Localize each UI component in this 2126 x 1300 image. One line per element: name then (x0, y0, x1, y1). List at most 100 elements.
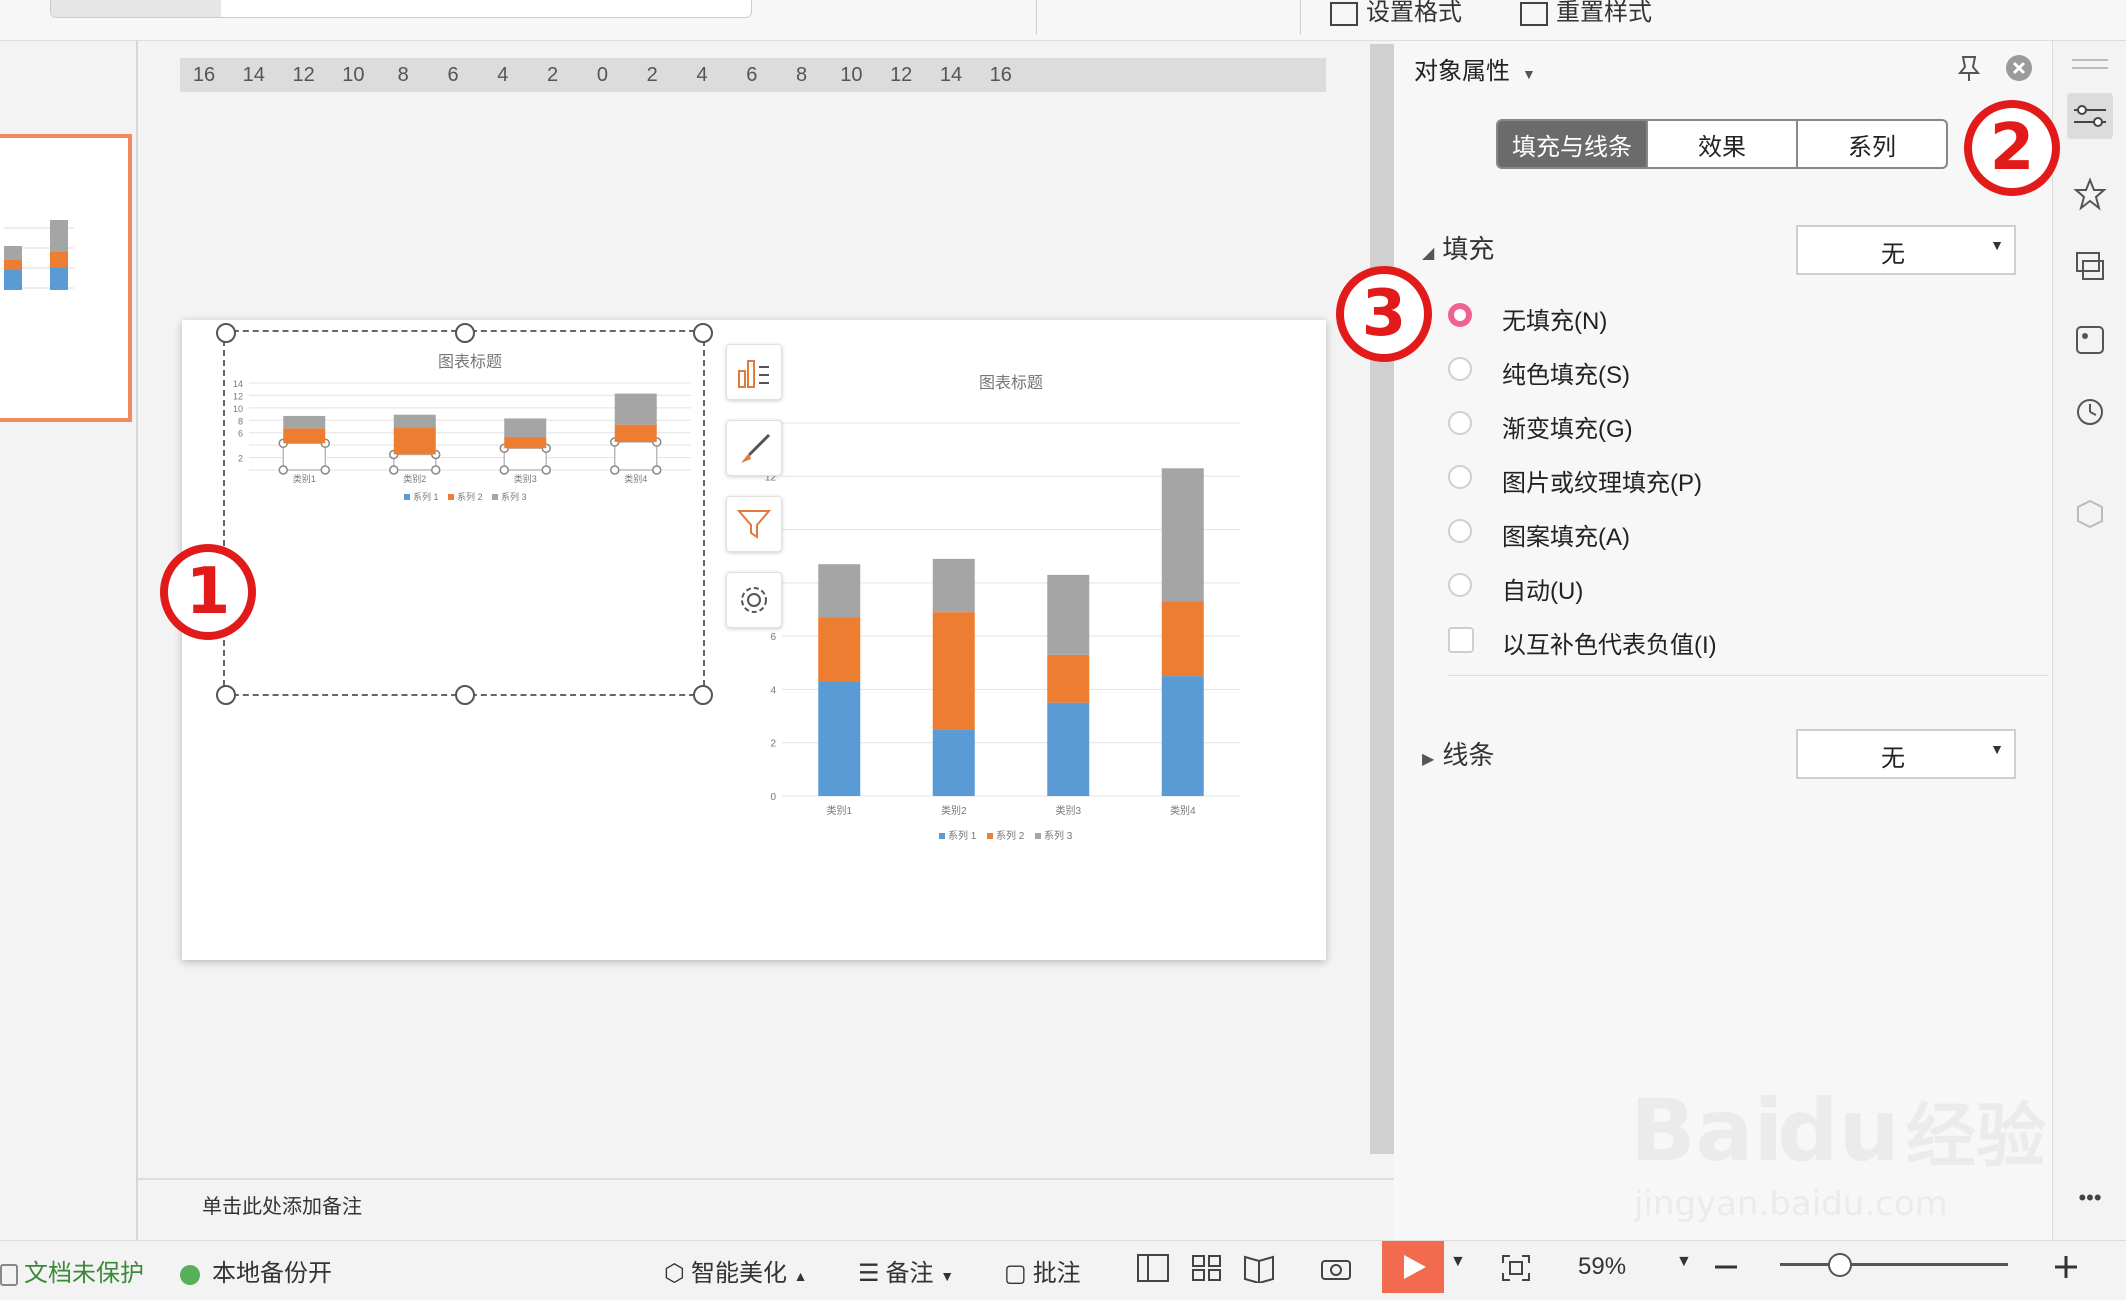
grid-view-button[interactable] (1190, 1253, 1224, 1290)
ruler-tick-label: 4 (497, 64, 509, 86)
zoom-options-chevron[interactable]: ▼ (1676, 1253, 1692, 1271)
tab-fill-and-line[interactable]: 填充与线条 (1498, 121, 1646, 167)
resize-handle-bl[interactable] (216, 685, 236, 705)
normal-view-icon (1137, 1254, 1169, 1282)
fit-window-button[interactable] (1500, 1253, 1532, 1290)
play-slideshow-button[interactable] (1382, 1241, 1444, 1293)
resize-handle-b[interactable] (455, 685, 475, 705)
resize-handle-t[interactable] (455, 323, 475, 343)
tab-effects[interactable]: 效果 (1646, 121, 1796, 167)
bar-segment[interactable] (932, 729, 975, 796)
animation-button[interactable] (2067, 171, 2113, 217)
design-button[interactable] (2067, 317, 2113, 363)
zoom-level[interactable]: 59% (1578, 1253, 1626, 1281)
ruler-tick-label: 16 (192, 64, 216, 86)
plus-icon (2055, 1256, 2077, 1278)
ruler-tick-label: 12 (890, 64, 913, 86)
bar-segment[interactable] (932, 612, 975, 730)
history-button[interactable] (2067, 389, 2113, 435)
filter-icon (736, 510, 772, 539)
ruler-tick-label: 14 (242, 64, 265, 86)
bar-segment[interactable] (818, 681, 861, 796)
bar-segment[interactable] (1047, 574, 1090, 655)
y-tick-label: 6 (770, 632, 776, 643)
zoom-in-button[interactable] (2052, 1253, 2080, 1288)
ruler-tick-label: 4 (696, 64, 708, 86)
y-tick-label: 4 (770, 685, 776, 696)
gear-icon (741, 587, 767, 613)
fill-section-header[interactable]: ◢ 填充 (1422, 229, 1494, 266)
chevron-down-icon: ▼ (1990, 741, 2004, 757)
bar-segment[interactable] (818, 617, 861, 682)
reading-view-button[interactable] (1242, 1253, 1276, 1290)
section-divider (1448, 675, 2048, 676)
chart-elements-icon (738, 360, 769, 388)
play-options-chevron[interactable]: ▼ (1450, 1253, 1466, 1271)
resize-handle-tl[interactable] (216, 323, 236, 343)
category-label: 类别2 (941, 804, 967, 817)
chart-selection-frame[interactable] (216, 323, 713, 705)
legend-swatch (939, 833, 945, 839)
tab-series[interactable]: 系列 (1796, 121, 1946, 167)
y-tick-label: 2 (770, 739, 776, 750)
format-settings-button[interactable]: 设置格式 (1330, 0, 1462, 27)
smart-beautify-button[interactable]: ⬡ 智能美化 ▲ (664, 1253, 807, 1288)
doc-protect-status[interactable]: 文档未保护 (0, 1253, 144, 1288)
presenter-button[interactable] (1318, 1253, 1354, 1290)
ruler-tick-label: 10 (840, 64, 863, 86)
normal-view-button[interactable] (1136, 1253, 1170, 1290)
strip-handle (2067, 41, 2113, 87)
category-label: 类别3 (1055, 804, 1081, 817)
slide-thumbnail[interactable] (0, 134, 132, 422)
side-icon-strip: ••• (2052, 41, 2126, 1241)
legend-label: 系列 1 (948, 829, 977, 842)
line-section-header[interactable]: ▶ 线条 (1422, 735, 1494, 772)
transition-button[interactable] (2067, 243, 2113, 289)
bar-segment[interactable] (1161, 601, 1204, 677)
chart-style-button[interactable] (726, 420, 782, 476)
chart-settings-button[interactable] (726, 572, 782, 628)
status-bar: 文档未保护 本地备份开 ⬡ 智能美化 ▲ ☰ 备注 ▼ ▢ 批注 ▼ 59% ▼ (0, 1240, 2126, 1293)
properties-toggle-button[interactable] (2067, 93, 2113, 139)
notes-toggle-button[interactable]: ☰ 备注 ▼ (858, 1253, 954, 1288)
bar-segment[interactable] (818, 564, 861, 618)
notes-pane[interactable]: 单击此处添加备注 (138, 1178, 1394, 1240)
horizontal-ruler: 16 14 12 10 8 6 4 2 0 2 4 6 8 10 12 14 16 (180, 58, 1326, 92)
close-icon[interactable] (2004, 53, 2034, 83)
cube-button[interactable] (2067, 491, 2113, 537)
y-tick-label: 0 (770, 792, 776, 803)
bar-segment[interactable] (1047, 654, 1090, 703)
search-box[interactable] (50, 0, 752, 18)
panel-title[interactable]: 对象属性 ▼ (1414, 51, 1536, 86)
backup-status[interactable]: 本地备份开 (180, 1253, 332, 1288)
bar-segment[interactable] (1161, 676, 1204, 796)
bar-segment[interactable] (932, 558, 975, 613)
category-label: 类别4 (1170, 804, 1196, 817)
zoom-out-button[interactable] (1712, 1253, 1740, 1288)
fill-dropdown[interactable]: 无 ▼ (1796, 225, 2016, 275)
triangle-right-icon: ▶ (1422, 751, 1435, 768)
line-dropdown[interactable]: 无 ▼ (1796, 729, 2016, 779)
more-icon[interactable]: ••• (2067, 1175, 2113, 1221)
chart-filter-button[interactable] (726, 496, 782, 552)
comment-button[interactable]: ▢ 批注 (1004, 1253, 1081, 1288)
vertical-scrollbar[interactable] (1370, 44, 1394, 1154)
cube-icon (2077, 499, 2103, 529)
bar-segment[interactable] (1047, 702, 1090, 796)
resize-handle-br[interactable] (693, 685, 713, 705)
legend-swatch (987, 833, 993, 839)
legend-label: 系列 3 (1044, 829, 1073, 842)
ruler-tick-label: 8 (796, 64, 808, 86)
zoom-slider-track[interactable] (1780, 1263, 2008, 1266)
projector-icon (1321, 1260, 1351, 1280)
pin-icon[interactable] (1954, 53, 1984, 83)
chart-elements-button[interactable] (726, 344, 782, 400)
zoom-slider-thumb[interactable] (1828, 1253, 1852, 1277)
history-icon (2077, 399, 2103, 425)
resize-handle-tr[interactable] (693, 323, 713, 343)
chevron-down-icon: ▼ (1990, 237, 2004, 253)
bar-segment[interactable] (1161, 468, 1204, 602)
reset-style-button[interactable]: 重置样式 (1520, 0, 1652, 27)
ruler-tick-label: 2 (646, 64, 658, 86)
grid-view-icon (1192, 1255, 1221, 1281)
